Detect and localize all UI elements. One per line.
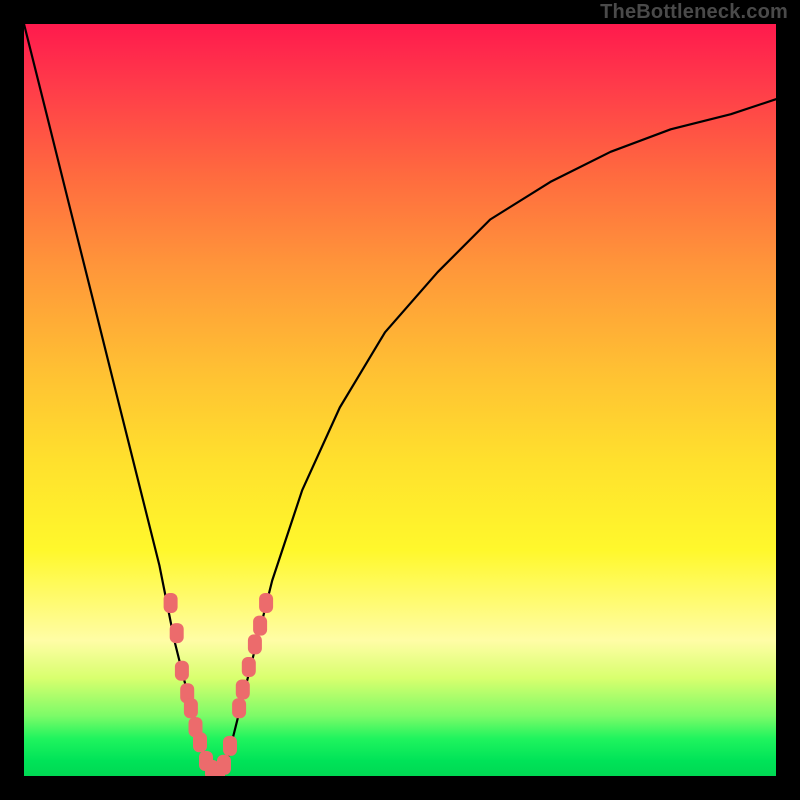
marker-point xyxy=(217,755,231,775)
marker-point xyxy=(248,634,262,654)
bottleneck-curve xyxy=(24,24,776,776)
chart-plot-area xyxy=(24,24,776,776)
marker-point xyxy=(170,623,184,643)
highlighted-points xyxy=(164,593,274,776)
marker-point xyxy=(193,732,207,752)
marker-point xyxy=(175,661,189,681)
marker-point xyxy=(253,616,267,636)
marker-point xyxy=(259,593,273,613)
chart-svg xyxy=(24,24,776,776)
marker-point xyxy=(164,593,178,613)
marker-point xyxy=(184,698,198,718)
marker-point xyxy=(223,736,237,756)
marker-point xyxy=(242,657,256,677)
marker-point xyxy=(236,680,250,700)
marker-point xyxy=(232,698,246,718)
watermark-text: TheBottleneck.com xyxy=(600,1,788,24)
